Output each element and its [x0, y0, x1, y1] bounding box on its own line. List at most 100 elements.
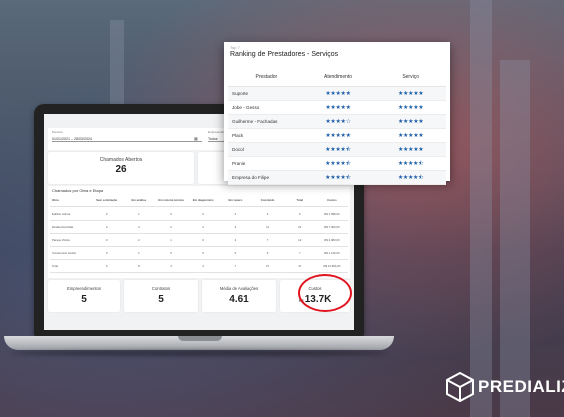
ranking-row: Pranie ★★★★⯪ ★★★★⯪: [228, 157, 446, 171]
brand-logo: PREDIALIZ: [446, 372, 564, 402]
ranking-row: Suporte ★★★★★ ★★★★★: [228, 87, 446, 101]
kpi-value: 4.61: [229, 294, 249, 305]
table-cell: 0: [234, 251, 237, 255]
table-cell: 2: [138, 238, 140, 242]
col-provider: Prestador: [255, 74, 278, 80]
table-cell: R$ 13.664,00: [323, 264, 341, 268]
table-cell: 0: [170, 212, 172, 216]
table-cell: 0: [105, 225, 108, 229]
period-input[interactable]: 01/01/2021 – 28/03/2024: [52, 137, 202, 142]
col-header: Em diagnóstico: [192, 198, 214, 202]
table-cell: 6: [266, 251, 269, 255]
service-rating-stars: ★★★★☆: [325, 119, 351, 125]
col-header: Concluído: [260, 198, 275, 202]
table-cell: R$ 2.080,00: [324, 238, 340, 242]
provider-name: Guilherme - Fachadas: [232, 119, 278, 124]
service-rating-stars: ★★★★★: [325, 91, 351, 97]
kpi-contracts: Contratos 5: [124, 280, 198, 312]
service-rating-stars: ★★★★★: [325, 133, 351, 139]
table-cell: 6: [298, 212, 301, 216]
kpi-avg-rating: Média de Avaliações 4.61: [202, 280, 276, 312]
provider-name: Jobe - Gesso: [232, 105, 260, 110]
brand-name: PREDIALIZ: [478, 377, 564, 396]
ranking-table: Prestador Atendimento Serviço Suporte ★★★…: [228, 68, 446, 185]
col-quality: Serviço: [402, 74, 419, 80]
ranking-row: Jobe - Gesso ★★★★★ ★★★★★: [228, 101, 446, 115]
background-building: [470, 0, 492, 417]
col-header: Total: [296, 198, 303, 202]
table-cell: 0: [202, 238, 204, 242]
table-cell: 2: [202, 225, 204, 229]
table-cell: Residencial Atlas: [52, 225, 74, 229]
table-cell: 1: [170, 238, 172, 242]
kpi-label: Contratos: [151, 286, 171, 291]
laptop-notch: [178, 336, 222, 341]
quality-rating-stars: ★★★★★: [397, 91, 424, 97]
table-cell: 0: [202, 251, 204, 255]
table-cell: 0: [202, 212, 204, 216]
table-cell: 0: [105, 212, 108, 216]
background-building: [110, 20, 124, 110]
table-cell: 1: [138, 251, 140, 255]
quality-rating-stars: ★★★★⯪: [397, 174, 424, 181]
provider-name: Plack: [232, 133, 244, 138]
table-cell: 7: [266, 238, 269, 242]
table-cell: 3: [266, 212, 269, 216]
kpi-label: Chamados Abertos: [99, 157, 143, 163]
table-cell: 7: [234, 264, 237, 268]
ranking-row: Docol ★★★★⯪ ★★★★★: [228, 143, 446, 157]
col-header: Obra: [52, 198, 59, 202]
kpi-label: Empreendimentos: [67, 286, 101, 291]
tickets-table: Chamados por Obra e Etapa Obra Sem solic…: [48, 186, 350, 278]
provider-name: Suporte: [232, 91, 249, 96]
col-header: Custos: [327, 198, 337, 202]
table-cell: 3: [234, 225, 237, 229]
period-label: Período: [52, 130, 63, 134]
table-row: Total 0 8 3 2 7 27 47 R$ 13.664,00: [50, 260, 348, 273]
background-building: [500, 60, 530, 417]
table-cell: 2: [234, 238, 237, 242]
provider-name: Empresa do Filipe: [232, 175, 270, 180]
quality-rating-stars: ★★★★★: [397, 105, 424, 111]
service-rating-stars: ★★★★⯪: [325, 160, 351, 167]
table-cell: 12: [298, 238, 302, 242]
table-cell: 0: [105, 238, 108, 242]
ranking-row: Empresa do Filipe ★★★★⯪ ★★★★⯪: [228, 171, 446, 185]
table-cell: Parque Vitória: [52, 238, 70, 242]
table-cell: 2: [234, 212, 237, 216]
laptop-shadow: [10, 350, 388, 356]
table-cell: 47: [298, 264, 302, 268]
table-cell: 7: [298, 251, 301, 255]
kpi-value: 5: [158, 294, 164, 305]
table-cell: Total: [52, 264, 58, 268]
ranking-title: Ranking de Prestadores - Serviços: [230, 51, 339, 58]
col-service: Atendimento: [323, 74, 353, 80]
col-header: Em reparo: [228, 198, 243, 202]
kpi-value: 5: [81, 294, 87, 305]
service-rating-stars: ★★★★⯪: [325, 146, 351, 153]
col-header: Em vistoria técnica: [158, 198, 184, 202]
table-cell: 8: [138, 264, 140, 268]
provider-name: Docol: [232, 147, 244, 152]
table-row: Residencial Atlas 0 4 2 2 3 11 22 R$ 7.300,00: [50, 221, 348, 234]
table-row: Condomínio Jardim 0 1 0 0 0 6 7 R$ 1.126,00: [50, 247, 348, 260]
kpi-open-tickets: Chamados Abertos 26: [48, 152, 194, 184]
table-cell: 0: [105, 251, 108, 255]
table-cell: 2: [170, 225, 172, 229]
ranking-top-label: Top 7: [230, 45, 240, 50]
ranking-panel: Top 7 Ranking de Prestadores - Serviços …: [224, 42, 450, 185]
table-cell: 11: [266, 225, 269, 229]
ranking-row: Guilherme - Fachadas ★★★★☆ ★★★★★: [228, 115, 446, 129]
calendar-icon[interactable]: ▦: [194, 136, 198, 141]
ranking-body: Suporte ★★★★★ ★★★★★ Jobe - Gesso ★★★★★ ★★★★★ G…: [228, 87, 446, 185]
table-cell: Condomínio Jardim: [52, 251, 77, 255]
table-title: Chamados por Obra e Etapa: [52, 188, 104, 193]
col-header: Sem solicitação: [96, 198, 118, 202]
table-cell: 2: [202, 264, 204, 268]
kpi-label: Média de Avaliações: [219, 286, 259, 291]
quality-rating-stars: ★★★★★: [397, 119, 424, 125]
quality-rating-stars: ★★★★⯪: [397, 160, 424, 167]
table-cell: 0: [170, 251, 172, 255]
service-rating-stars: ★★★★★: [325, 105, 351, 111]
table-cell: R$ 1.126,00: [324, 251, 340, 255]
